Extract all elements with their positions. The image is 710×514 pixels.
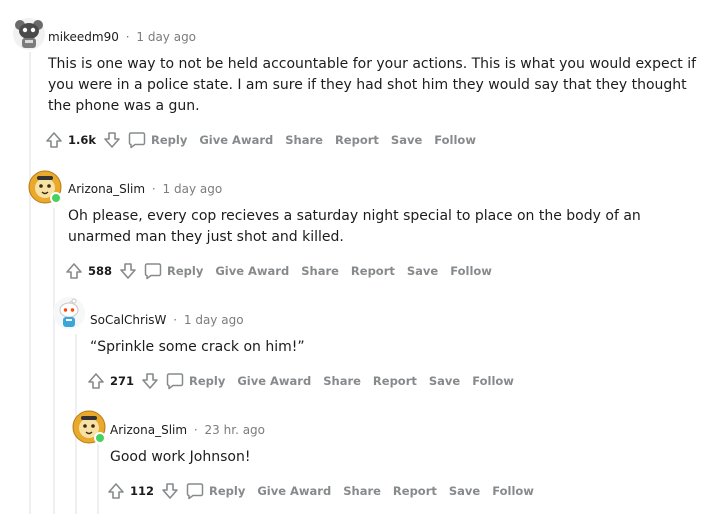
follow-button[interactable]: Follow (492, 484, 534, 498)
timestamp[interactable]: 1 day ago (184, 313, 244, 327)
comment-bubble-icon (166, 373, 184, 390)
upvote-icon[interactable] (86, 371, 106, 391)
reply-button[interactable]: Reply (128, 131, 187, 149)
give-award-button[interactable]: Give Award (199, 133, 273, 147)
online-status-icon (50, 192, 62, 204)
username[interactable]: SoCalChrisW (90, 313, 166, 327)
comment-body: This is one way to not be held accountab… (48, 56, 697, 114)
reply-button[interactable]: Reply (166, 372, 225, 390)
comment-bubble-icon (144, 263, 162, 280)
comment-actions: 271 Reply Give Award Share Report Save F… (86, 369, 526, 393)
comment-bubble-icon (128, 132, 146, 149)
reply-label: Reply (151, 133, 188, 147)
comment-body: Good work Johnson! (110, 449, 251, 465)
upvote-icon[interactable] (106, 481, 126, 501)
username[interactable]: mikeedm90 (48, 30, 119, 44)
report-button[interactable]: Report (373, 374, 417, 388)
thread-line[interactable] (97, 444, 99, 514)
robot-avatar-icon[interactable] (12, 17, 46, 51)
username[interactable]: Arizona_Slim (110, 423, 187, 437)
save-button[interactable]: Save (391, 133, 422, 147)
give-award-button[interactable]: Give Award (257, 484, 331, 498)
upvote-icon[interactable] (64, 261, 84, 281)
timestamp[interactable]: 1 day ago (136, 30, 196, 44)
comment-actions: 112 Reply Give Award Share Report Save F… (106, 479, 546, 503)
follow-button[interactable]: Follow (450, 264, 492, 278)
comment-bubble-icon (186, 483, 204, 500)
meta-separator: · (151, 182, 156, 196)
downvote-icon[interactable] (118, 261, 138, 281)
reply-label: Reply (209, 484, 246, 498)
save-button[interactable]: Save (407, 264, 438, 278)
meta-separator: · (193, 423, 198, 437)
meta-separator: · (173, 313, 178, 327)
give-award-button[interactable]: Give Award (215, 264, 289, 278)
share-button[interactable]: Share (301, 264, 339, 278)
comment-body: Oh please, every cop recieves a saturday… (68, 208, 641, 245)
reply-button[interactable]: Reply (186, 482, 245, 500)
snoo-avatar-icon[interactable] (52, 296, 86, 330)
reply-button[interactable]: Reply (144, 262, 203, 280)
give-award-button[interactable]: Give Award (237, 374, 311, 388)
thread-line[interactable] (29, 52, 31, 514)
reply-label: Reply (189, 374, 226, 388)
downvote-icon[interactable] (102, 130, 122, 150)
comment-body: “Sprinkle some crack on him!” (90, 339, 305, 355)
report-button[interactable]: Report (335, 133, 379, 147)
downvote-icon[interactable] (160, 481, 180, 501)
comment-actions: 1.6k Reply Give Award Share Report Save … (44, 128, 488, 152)
comment-actions: 588 Reply Give Award Share Report Save F… (64, 259, 504, 283)
share-button[interactable]: Share (285, 133, 323, 147)
save-button[interactable]: Save (429, 374, 460, 388)
score: 112 (130, 484, 155, 498)
save-button[interactable]: Save (449, 484, 480, 498)
online-status-icon (94, 432, 106, 444)
share-button[interactable]: Share (343, 484, 381, 498)
score: 1.6k (68, 133, 97, 147)
meta-separator: · (125, 30, 130, 44)
follow-button[interactable]: Follow (472, 374, 514, 388)
upvote-icon[interactable] (44, 130, 64, 150)
follow-button[interactable]: Follow (434, 133, 476, 147)
thread-line[interactable] (53, 208, 55, 514)
reply-label: Reply (167, 264, 204, 278)
report-button[interactable]: Report (351, 264, 395, 278)
score: 588 (88, 264, 113, 278)
share-button[interactable]: Share (323, 374, 361, 388)
report-button[interactable]: Report (393, 484, 437, 498)
comment-meta: Arizona_Slim · 23 hr. ago (110, 423, 265, 437)
timestamp[interactable]: 1 day ago (163, 182, 223, 196)
comment-meta: mikeedm90 · 1 day ago (48, 30, 196, 44)
username[interactable]: Arizona_Slim (68, 182, 145, 196)
score: 271 (110, 374, 135, 388)
timestamp[interactable]: 23 hr. ago (205, 423, 265, 437)
downvote-icon[interactable] (140, 371, 160, 391)
comment-meta: Arizona_Slim · 1 day ago (68, 182, 222, 196)
comment-meta: SoCalChrisW · 1 day ago (90, 313, 244, 327)
